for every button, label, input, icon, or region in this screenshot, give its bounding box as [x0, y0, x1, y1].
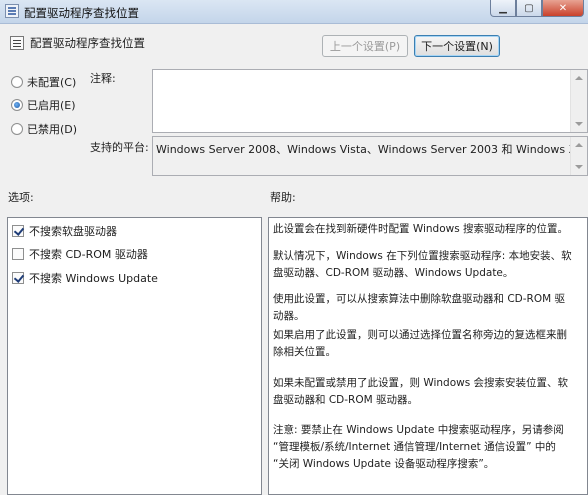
help-pane: 此设置会在找到新硬件时配置 Windows 搜索驱动程序的位置。 默认情况下，W…: [268, 217, 588, 495]
previous-setting-button[interactable]: 上一个设置(P): [322, 35, 408, 57]
radio-circle[interactable]: [11, 123, 23, 135]
platform-value: Windows Server 2008、Windows Vista、Window…: [156, 143, 583, 156]
maximize-icon: ▢: [524, 2, 534, 14]
close-icon: ✕: [558, 2, 568, 14]
option-no-floppy[interactable]: 不搜索软盘驱动器: [12, 223, 117, 239]
help-paragraph: 注意: 要禁止在 Windows Update 中搜索驱动程序，另请参阅 “管理…: [273, 424, 564, 470]
window-controls: ▁ ▢ ✕: [490, 0, 584, 18]
setting-icon: [10, 36, 24, 50]
minimize-button[interactable]: ▁: [490, 0, 516, 17]
title-bar: 配置驱动程序查找位置 ▁ ▢ ✕: [0, 0, 588, 24]
comment-label: 注释:: [90, 72, 116, 85]
radio-not-configured-label: 未配置(C): [27, 76, 77, 89]
scroll-down-icon[interactable]: [575, 122, 583, 126]
radio-enabled[interactable]: 已启用(E): [11, 97, 76, 113]
radio-not-configured[interactable]: 未配置(C): [11, 74, 76, 90]
options-pane: 不搜索软盘驱动器 不搜索 CD-ROM 驱动器 不搜索 Windows Upda…: [7, 217, 262, 495]
option-no-windows-update[interactable]: 不搜索 Windows Update: [12, 270, 158, 286]
policy-icon: [5, 4, 19, 18]
comment-textarea[interactable]: [152, 69, 588, 133]
radio-disabled[interactable]: 已禁用(D): [11, 121, 77, 137]
help-paragraph: 如果启用了此设置，则可以通过选择位置名称旁边的复选框来删除相关位置。: [273, 329, 567, 358]
platform-field: Windows Server 2008、Windows Vista、Window…: [152, 136, 588, 176]
radio-disabled-label: 已禁用(D): [27, 123, 78, 136]
option-label: 不搜索 CD-ROM 驱动器: [29, 248, 148, 261]
radio-circle-selected[interactable]: [11, 99, 23, 111]
options-label: 选项:: [8, 191, 34, 204]
window-title: 配置驱动程序查找位置: [24, 6, 139, 20]
help-paragraph: 默认情况下，Windows 在下列位置搜索驱动程序: 本地安装、软盘驱动器、CD…: [273, 250, 572, 279]
checkbox-unchecked[interactable]: [12, 248, 24, 260]
help-paragraph: 使用此设置，可以从搜索算法中删除软盘驱动器和 CD-ROM 驱动器。: [273, 293, 565, 322]
scroll-up-icon[interactable]: [575, 76, 583, 80]
checkbox-checked[interactable]: [12, 225, 24, 237]
scroll-up-icon[interactable]: [575, 143, 583, 147]
maximize-button[interactable]: ▢: [516, 0, 542, 17]
option-label: 不搜索 Windows Update: [29, 272, 158, 285]
scroll-down-icon[interactable]: [575, 165, 583, 169]
minimize-icon: ▁: [499, 2, 507, 14]
comment-scrollbar[interactable]: [570, 70, 587, 132]
close-button[interactable]: ✕: [542, 0, 584, 17]
option-no-cdrom[interactable]: 不搜索 CD-ROM 驱动器: [12, 246, 148, 262]
option-label: 不搜索软盘驱动器: [29, 225, 117, 238]
setting-title: 配置驱动程序查找位置: [30, 36, 145, 50]
radio-circle[interactable]: [11, 76, 23, 88]
next-setting-button[interactable]: 下一个设置(N): [414, 35, 500, 57]
radio-enabled-label: 已启用(E): [27, 99, 76, 112]
help-paragraph: 此设置会在找到新硬件时配置 Windows 搜索驱动程序的位置。: [273, 223, 569, 235]
platform-label: 支持的平台:: [90, 141, 149, 154]
platform-scrollbar[interactable]: [570, 137, 587, 175]
dialog-content: 配置驱动程序查找位置 上一个设置(P) 下一个设置(N) 未配置(C) 已启用(…: [0, 24, 588, 495]
help-paragraph: 如果未配置或禁用了此设置，则 Windows 会搜索安装位置、软盘驱动器和 CD…: [273, 377, 569, 406]
help-label: 帮助:: [270, 191, 296, 204]
checkbox-checked[interactable]: [12, 272, 24, 284]
